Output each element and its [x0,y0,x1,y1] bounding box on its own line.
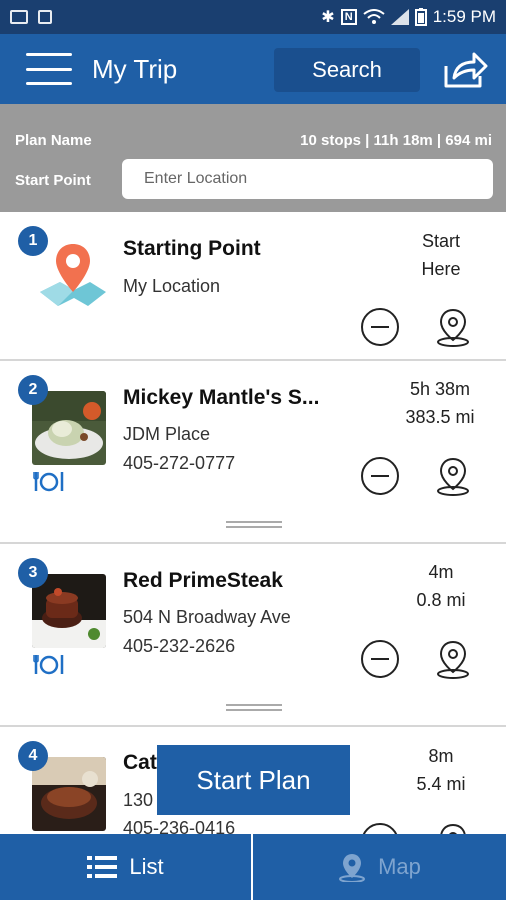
stop-item[interactable]: 2 Mickey Mantle's S... JDM Place 405-272… [0,361,506,544]
location-pin-icon[interactable] [433,638,473,680]
plan-name-label: Plan Name [15,132,92,149]
stop-number-badge: 1 [18,226,48,256]
menu-icon[interactable] [26,53,72,85]
start-location-input[interactable] [122,159,493,199]
nfc-icon: N [340,9,357,25]
stop-phone: 405-232-2626 [123,636,236,656]
start-plan-button[interactable]: Start Plan [157,745,350,815]
drag-handle[interactable] [226,521,282,529]
signal-icon [390,9,409,25]
location-pin-icon[interactable] [433,455,473,497]
tab-map[interactable]: Map [253,834,506,900]
wifi-icon [363,9,385,24]
stop-metric: 4m 0.8 mi [396,558,486,614]
remove-stop-button[interactable] [361,640,399,678]
stop-metric: 5h 38m 383.5 mi [392,375,488,431]
stop-number-badge: 4 [18,741,48,771]
stop-address: 130 [123,790,154,810]
start-point-label: Start Point [15,172,91,189]
tab-list[interactable]: List [0,834,253,900]
plan-header: Plan Name 10 stops | 11h 18m | 694 mi St… [0,104,506,212]
stop-metric: Start Here [396,227,486,283]
stop-metric-bottom: Here [421,259,461,279]
stop-metric-top: Start [421,231,460,251]
stop-address: JDM Place [123,424,211,444]
search-button[interactable]: Search [274,48,420,92]
stop-address: 504 N Broadway Ave [123,607,291,627]
status-bar: ✱ N 1:59 PM [0,0,506,34]
app-bar: My Trip Search [0,34,506,104]
map-pin-icon [40,244,106,306]
stop-number-badge: 2 [18,375,48,405]
stop-metric-bottom: 0.8 mi [416,590,466,610]
stop-address: My Location [123,276,221,296]
stop-item[interactable]: 1 Starting Point My Location Start Here [0,212,506,361]
stop-metric-top: 8m [428,746,454,766]
bluetooth-icon: ✱ [321,9,335,26]
bottom-nav: List Map [0,834,506,900]
remove-stop-button[interactable] [361,308,399,346]
stop-metric-top: 5h 38m [409,379,471,399]
drag-handle[interactable] [226,704,282,712]
tab-list-label: List [129,854,164,879]
plan-summary: 10 stops | 11h 18m | 694 mi [300,132,492,149]
map-icon [339,854,366,882]
stop-name: Cat [123,751,157,774]
stop-metric-bottom: 383.5 mi [405,407,475,427]
food-photo [32,757,106,831]
stop-name: Mickey Mantle's S... [123,386,320,409]
stop-item[interactable]: 3 Red PrimeSteak 504 N Broadway Ave 405-… [0,544,506,727]
battery-icon [414,8,427,26]
gallery-notification-icon [10,10,28,24]
dining-icon [33,472,64,492]
share-icon[interactable] [440,48,488,92]
stop-name: Red PrimeSteak [123,569,283,592]
stop-number-badge: 3 [18,558,48,588]
page-title: My Trip [92,53,178,84]
status-time: 1:59 PM [432,7,496,26]
stop-phone: 405-272-0777 [123,453,236,473]
stop-name: Starting Point [123,237,261,260]
stop-metric-top: 4m [428,562,454,582]
stop-metric-bottom: 5.4 mi [416,774,466,794]
list-icon [87,856,118,878]
tab-map-label: Map [378,854,421,879]
food-photo [32,574,106,648]
food-photo [32,391,106,465]
stop-metric: 8m 5.4 mi [396,742,486,798]
location-pin-icon[interactable] [433,306,473,348]
document-notification-icon [38,10,52,24]
dining-icon [33,655,64,675]
remove-stop-button[interactable] [361,457,399,495]
